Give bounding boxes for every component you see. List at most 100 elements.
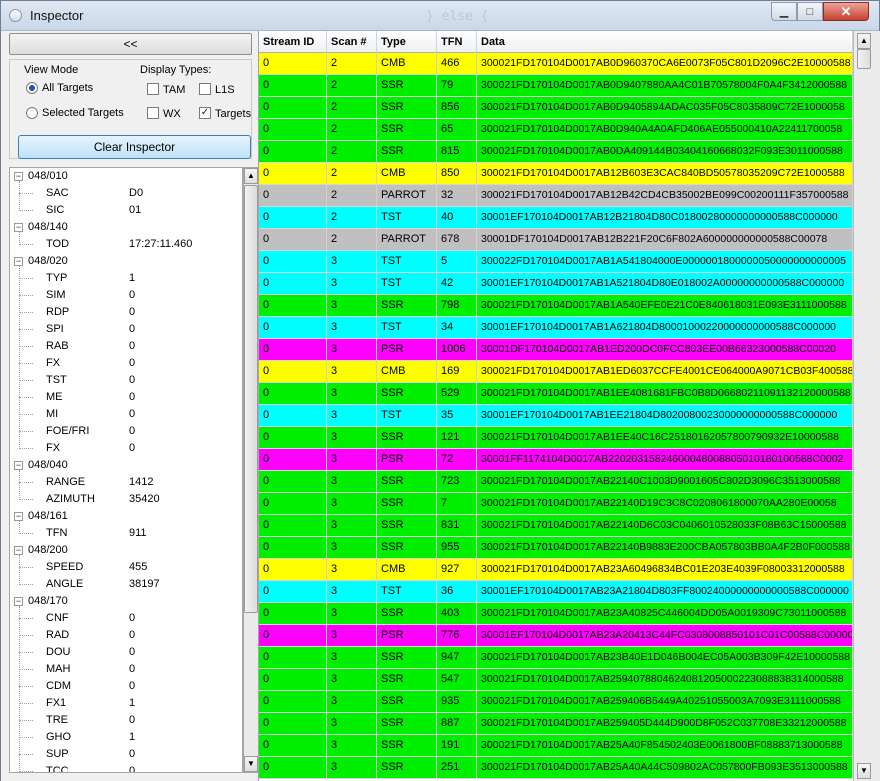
tree-group[interactable]: −048/200 <box>10 542 242 559</box>
table-row[interactable]: 0 2 SSR 65 300021FD170104D0017AB0D940A4A0AFD… <box>259 119 853 141</box>
minimize-button[interactable]: ▁ <box>771 2 797 21</box>
title-bar[interactable]: Inspector } else { ▁ □ ✕ <box>1 1 879 31</box>
tree-item[interactable]: TOD 17:27:11.460 <box>10 236 242 253</box>
tree-item[interactable]: DOU 0 <box>10 644 242 661</box>
scroll-down-arrow-icon[interactable]: ▼ <box>244 756 258 772</box>
column-header-scan[interactable]: Scan # <box>327 31 377 53</box>
tree-group[interactable]: −048/170 <box>10 593 242 610</box>
collapse-panel-button[interactable]: << <box>9 33 252 55</box>
collapse-toggle-icon[interactable]: − <box>14 172 23 181</box>
tree-item[interactable]: SPI 0 <box>10 321 242 338</box>
tree-item[interactable]: RAB 0 <box>10 338 242 355</box>
tree-group[interactable]: −048/010 <box>10 168 242 185</box>
column-header-stream-id[interactable]: Stream ID <box>259 31 327 53</box>
column-header-data[interactable]: Data <box>477 31 853 53</box>
wx-label[interactable]: WX <box>163 108 181 120</box>
targets-label[interactable]: Targets <box>215 108 251 120</box>
tree-item[interactable]: TYP 1 <box>10 270 242 287</box>
l1s-checkbox[interactable] <box>199 83 211 95</box>
tree-item[interactable]: FX1 1 <box>10 695 242 712</box>
l1s-label[interactable]: L1S <box>215 84 235 96</box>
grid-scroll-thumb[interactable] <box>857 49 871 69</box>
tree-item[interactable]: RDP 0 <box>10 304 242 321</box>
table-row[interactable]: 0 2 TST 40 30001EF170104D0017AB12B21804D80C0… <box>259 207 853 229</box>
collapse-toggle-icon[interactable]: − <box>14 597 23 606</box>
table-row[interactable]: 0 3 SSR 529 300021FD170104D0017AB1EE4081681F… <box>259 383 853 405</box>
clear-inspector-button[interactable]: Clear Inspector <box>18 135 251 159</box>
collapse-toggle-icon[interactable]: − <box>14 461 23 470</box>
table-row[interactable]: 0 3 SSR 798 300021FD170104D0017AB1A540EFE0E2… <box>259 295 853 317</box>
collapse-toggle-icon[interactable]: − <box>14 512 23 521</box>
maximize-button[interactable]: □ <box>797 2 823 21</box>
tree-item[interactable]: SIM 0 <box>10 287 242 304</box>
targets-checkbox[interactable]: ✓ <box>199 107 211 119</box>
table-row[interactable]: 0 3 SSR 7 300021FD170104D0017AB22140D19C3C8C… <box>259 493 853 515</box>
table-row[interactable]: 0 2 PARROT 678 30001DF170104D0017AB12B221F20… <box>259 229 853 251</box>
table-row[interactable]: 0 3 SSR 251 300021FD170104D0017AB25A40A44C50… <box>259 757 853 779</box>
tree-item[interactable]: SAC D0 <box>10 185 242 202</box>
tree-item[interactable]: ANGLE 38197 <box>10 576 242 593</box>
table-row[interactable]: 0 2 PARROT 32 300021FD170104D0017AB12B42CD4C… <box>259 185 853 207</box>
tree-item[interactable]: TFN 911 <box>10 525 242 542</box>
collapse-toggle-icon[interactable]: − <box>14 257 23 266</box>
table-row[interactable]: 0 3 SSR 831 300021FD170104D0017AB22140D6C03C… <box>259 515 853 537</box>
grid-scrollbar[interactable]: ▲ ▼ <box>853 31 880 781</box>
scroll-up-arrow-icon[interactable]: ▲ <box>244 168 258 184</box>
column-header-type[interactable]: Type <box>377 31 437 53</box>
table-row[interactable]: 0 3 CMB 927 300021FD170104D0017AB23A60496834… <box>259 559 853 581</box>
tree-item[interactable]: TCC 0 <box>10 763 242 772</box>
table-row[interactable]: 0 3 TST 5 300022FD170104D0017AB1A541804000E0… <box>259 251 853 273</box>
table-row[interactable]: 0 3 SSR 403 300021FD170104D0017AB23A40825C44… <box>259 603 853 625</box>
all-targets-label[interactable]: All Targets <box>42 82 93 94</box>
table-row[interactable]: 0 3 TST 42 30001EF170104D0017AB1A521804D80E0… <box>259 273 853 295</box>
table-row[interactable]: 0 3 SSR 935 300021FD170104D0017AB259406B5449… <box>259 691 853 713</box>
tree-item[interactable]: RANGE 1412 <box>10 474 242 491</box>
table-row[interactable]: 0 3 SSR 723 300021FD170104D0017AB22140C1003D… <box>259 471 853 493</box>
tree-item[interactable]: MI 0 <box>10 406 242 423</box>
table-row[interactable]: 0 3 TST 35 30001EF170104D0017AB1EE21804D8020… <box>259 405 853 427</box>
table-row[interactable]: 0 3 TST 34 30001EF170104D0017AB1A621804D8000… <box>259 317 853 339</box>
tree-item[interactable]: AZIMUTH 35420 <box>10 491 242 508</box>
close-button[interactable]: ✕ <box>823 2 869 21</box>
table-row[interactable]: 0 3 PSR 1006 30001DF170104D0017AB1ED200DC0FC… <box>259 339 853 361</box>
table-row[interactable]: 0 3 CMB 169 300021FD170104D0017AB1ED6037CCFE… <box>259 361 853 383</box>
field-tree[interactable]: −048/010 SAC D0 SIC 01−048/140 TOD 17:27:11.46… <box>9 167 243 773</box>
selected-targets-label[interactable]: Selected Targets <box>42 107 124 119</box>
collapse-toggle-icon[interactable]: − <box>14 546 23 555</box>
table-row[interactable]: 0 3 SSR 547 300021FD170104D0017AB25940788046… <box>259 669 853 691</box>
tree-group[interactable]: −048/161 <box>10 508 242 525</box>
all-targets-radio[interactable] <box>26 82 38 94</box>
table-row[interactable]: 0 2 SSR 856 300021FD170104D0017AB0D9405894AD… <box>259 97 853 119</box>
tree-scrollbar[interactable]: ▲ ▼ <box>243 167 259 773</box>
table-row[interactable]: 0 3 PSR 776 30001EF170104D0017AB23A20413C44F… <box>259 625 853 647</box>
tree-item[interactable]: GHO 1 <box>10 729 242 746</box>
grid-scroll-up-icon[interactable]: ▲ <box>857 33 871 49</box>
selected-targets-radio[interactable] <box>26 107 38 119</box>
table-row[interactable]: 0 3 SSR 947 300021FD170104D0017AB23B40E1D046… <box>259 647 853 669</box>
tree-item[interactable]: TST 0 <box>10 372 242 389</box>
table-row[interactable]: 0 2 SSR 815 300021FD170104D0017AB0DA409144B0… <box>259 141 853 163</box>
tree-item[interactable]: FX 0 <box>10 355 242 372</box>
tree-item[interactable]: FX 0 <box>10 440 242 457</box>
tree-group[interactable]: −048/140 <box>10 219 242 236</box>
column-header-tfn[interactable]: TFN <box>437 31 477 53</box>
table-row[interactable]: 0 3 SSR 121 300021FD170104D0017AB1EE40C16C25… <box>259 427 853 449</box>
tree-item[interactable]: CNF 0 <box>10 610 242 627</box>
tree-item[interactable]: FOE/FRI 0 <box>10 423 242 440</box>
wx-checkbox[interactable] <box>147 107 159 119</box>
table-row[interactable]: 0 3 PSR 72 30001FF1174104D0017AB220203158246… <box>259 449 853 471</box>
table-row[interactable]: 0 3 SSR 191 300021FD170104D0017AB25A40F85450… <box>259 735 853 757</box>
tree-item[interactable]: TRE 0 <box>10 712 242 729</box>
collapse-toggle-icon[interactable]: − <box>14 223 23 232</box>
tree-item[interactable]: CDM 0 <box>10 678 242 695</box>
tree-item[interactable]: SPEED 455 <box>10 559 242 576</box>
tam-label[interactable]: TAM <box>163 84 185 96</box>
table-row[interactable]: 0 3 SSR 887 300021FD170104D0017AB259405D444D… <box>259 713 853 735</box>
table-row[interactable]: 0 2 CMB 850 300021FD170104D0017AB12B603E3CAC… <box>259 163 853 185</box>
tree-scroll-thumb[interactable] <box>244 185 258 613</box>
grid-scroll-down-icon[interactable]: ▼ <box>857 763 871 779</box>
tree-item[interactable]: ME 0 <box>10 389 242 406</box>
tree-group[interactable]: −048/020 <box>10 253 242 270</box>
tree-group[interactable]: −048/040 <box>10 457 242 474</box>
tree-item[interactable]: RAD 0 <box>10 627 242 644</box>
